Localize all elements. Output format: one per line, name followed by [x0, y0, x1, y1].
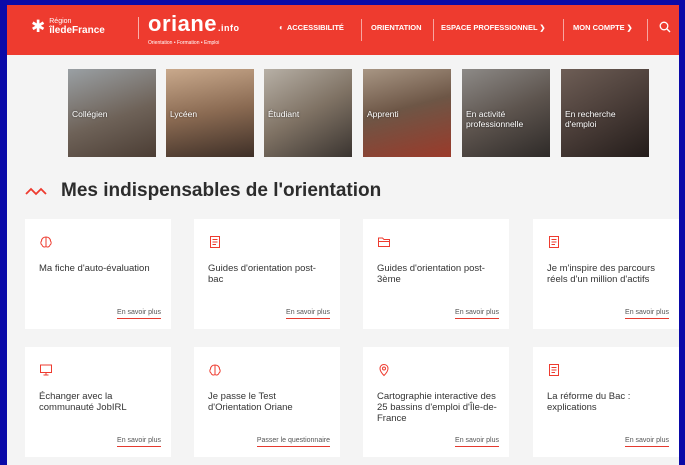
card-title: Cartographie interactive des 25 bassins … — [377, 391, 497, 424]
region-big-text: îledeFrance — [49, 25, 105, 36]
tile-label: En recherche d'emploi — [565, 109, 616, 129]
accessibility-icon: ◐ — [279, 23, 284, 32]
card-link[interactable]: En savoir plus — [117, 437, 161, 447]
card-link[interactable]: En savoir plus — [455, 437, 499, 447]
card-auto-evaluation[interactable]: Ma fiche d'auto-évaluation En savoir plu… — [25, 219, 171, 329]
nav-orientation-label: ORIENTATION — [371, 23, 422, 32]
monitor-icon — [40, 364, 52, 376]
nav-espace-professionnel[interactable]: ESPACE PROFESSIONNEL ❯ — [441, 23, 545, 32]
card-title: La réforme du Bac : explications — [547, 391, 631, 413]
folder-icon — [378, 237, 390, 247]
card-cartographie[interactable]: Cartographie interactive des 25 bassins … — [363, 347, 509, 457]
card-parcours-actifs[interactable]: Je m'inspire des parcours réels d'un mil… — [533, 219, 679, 329]
document-icon — [549, 364, 559, 376]
document-icon — [210, 236, 220, 248]
card-title: Ma fiche d'auto-évaluation — [39, 263, 150, 274]
brand-name: oriane — [148, 11, 218, 36]
section-title: Mes indispensables de l'orientation — [61, 180, 382, 201]
card-link[interactable]: En savoir plus — [625, 309, 669, 319]
tile-en-recherche[interactable]: En recherche d'emploi — [561, 69, 649, 157]
card-title: Guides d'orientation post-3ème — [377, 263, 485, 285]
region-logo[interactable]: ✱ Région îledeFrance — [31, 16, 105, 36]
nav-separator — [647, 19, 648, 41]
nav-separator — [433, 19, 434, 41]
logo-divider — [138, 17, 139, 39]
tile-label: Apprenti — [367, 109, 399, 119]
nav-mon-compte[interactable]: MON COMPTE ❯ — [573, 23, 633, 32]
tile-en-activite[interactable]: En activité professionnelle — [462, 69, 550, 157]
card-guides-post-bac[interactable]: Guides d'orientation post-bac En savoir … — [194, 219, 340, 329]
tile-lyceen[interactable]: Lycéen — [166, 69, 254, 157]
tile-label: Étudiant — [268, 109, 300, 119]
card-title: Échanger avec la communauté JobIRL — [39, 391, 127, 413]
tile-label: En activité professionnelle — [466, 109, 524, 129]
nav-espace-label: ESPACE PROFESSIONNEL — [441, 23, 538, 32]
card-title: Je passe le Test d'Orientation Oriane — [208, 391, 293, 413]
tile-label: Collégien — [72, 109, 108, 119]
card-link[interactable]: En savoir plus — [286, 309, 330, 319]
oriane-logo[interactable]: oriane.info Orientation • Formation • Em… — [148, 11, 240, 47]
card-link[interactable]: Passer le questionnaire — [256, 437, 330, 447]
card-link[interactable]: En savoir plus — [455, 309, 499, 319]
nav-separator — [361, 19, 362, 41]
nav-separator — [563, 19, 564, 41]
brain-icon — [209, 364, 221, 376]
brand-tagline: Orientation • Formation • Emploi — [148, 40, 220, 46]
tile-collegien[interactable]: Collégien — [68, 69, 156, 157]
chevron-down-icon: ❯ — [626, 25, 633, 32]
page: ✱ Région îledeFrance oriane.info Orienta… — [7, 5, 679, 465]
card-test-orientation[interactable]: Je passe le Test d'Orientation Oriane Pa… — [194, 347, 340, 457]
nav-orientation[interactable]: ORIENTATION — [371, 23, 422, 32]
card-reforme-bac[interactable]: La réforme du Bac : explications En savo… — [533, 347, 679, 457]
document-icon — [549, 236, 559, 248]
nav-accessibility-label: ACCESSIBILITÉ — [286, 23, 344, 32]
nav-accessibility[interactable]: ◐ ACCESSIBILITÉ — [279, 23, 344, 32]
card-link[interactable]: En savoir plus — [117, 309, 161, 319]
nav-compte-label: MON COMPTE — [573, 23, 625, 32]
brain-icon — [40, 236, 52, 248]
top-header: ✱ Région îledeFrance oriane.info Orienta… — [7, 5, 679, 55]
tile-apprenti[interactable]: Apprenti — [363, 69, 451, 157]
chevron-down-icon: ❯ — [539, 25, 546, 32]
brand-tld: .info — [218, 23, 240, 33]
card-jobirl[interactable]: Échanger avec la communauté JobIRL En sa… — [25, 347, 171, 457]
search-icon[interactable] — [659, 21, 671, 33]
tile-etudiant[interactable]: Étudiant — [264, 69, 352, 157]
star-icon: ✱ — [31, 16, 46, 36]
card-link[interactable]: En savoir plus — [625, 437, 669, 447]
wave-icon — [25, 187, 47, 196]
map-pin-icon — [379, 363, 389, 377]
tile-label: Lycéen — [170, 109, 198, 119]
section-header: Mes indispensables de l'orientation — [25, 180, 381, 202]
card-title: Guides d'orientation post-bac — [208, 263, 316, 285]
card-guides-post-3eme[interactable]: Guides d'orientation post-3ème En savoir… — [363, 219, 509, 329]
card-title: Je m'inspire des parcours réels d'un mil… — [547, 263, 655, 285]
